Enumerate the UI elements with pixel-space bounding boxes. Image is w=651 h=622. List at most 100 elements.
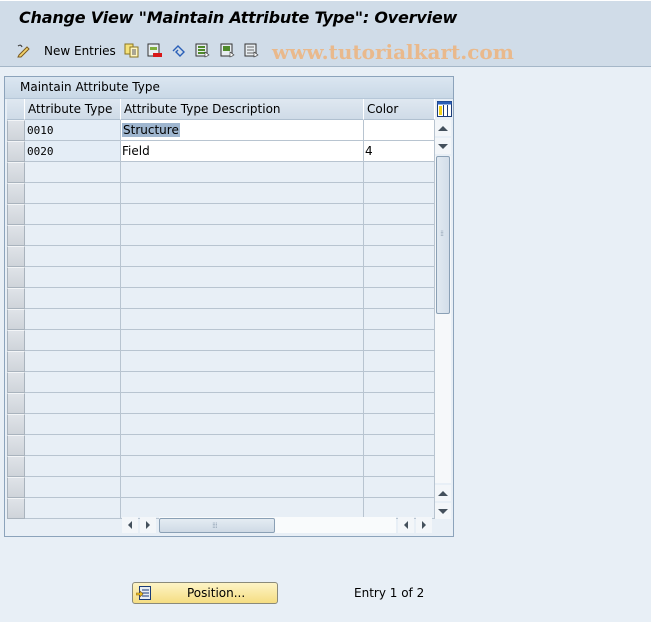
row-selector[interactable] xyxy=(7,162,25,183)
delete-icon[interactable] xyxy=(147,43,162,58)
row-selector[interactable] xyxy=(7,120,25,141)
cell-color[interactable] xyxy=(364,120,435,141)
row-selector[interactable] xyxy=(7,477,25,498)
cell-attribute-type: 0020 xyxy=(25,141,121,162)
cell-description xyxy=(121,435,364,456)
table-title: Maintain Attribute Type xyxy=(20,80,160,94)
select-all-icon[interactable] xyxy=(195,43,210,58)
row-selector[interactable] xyxy=(7,204,25,225)
arrow-down-icon xyxy=(438,143,448,149)
column-header-description[interactable]: Attribute Type Description xyxy=(121,99,364,120)
row-selector[interactable] xyxy=(7,372,25,393)
cell-color xyxy=(364,309,435,330)
select-block-icon[interactable] xyxy=(220,43,235,58)
cell-color xyxy=(364,183,435,204)
position-button-label: Position... xyxy=(187,586,246,600)
cell-attribute-type xyxy=(25,309,121,330)
cell-color xyxy=(364,477,435,498)
row-selector[interactable] xyxy=(7,435,25,456)
scroll-down-button[interactable] xyxy=(435,138,451,154)
horizontal-scroll-thumb[interactable]: ⁞⁞⁞ xyxy=(159,518,275,533)
cell-attribute-type xyxy=(25,414,121,435)
deselect-all-icon[interactable] xyxy=(244,43,259,58)
cell-attribute-type xyxy=(25,456,121,477)
row-selector[interactable] xyxy=(7,393,25,414)
cell-attribute-type xyxy=(25,288,121,309)
arrow-down-icon xyxy=(438,508,448,514)
vertical-scroll-thumb[interactable]: ⁞⁞ xyxy=(436,156,450,314)
cell-color xyxy=(364,372,435,393)
description-text: Field xyxy=(122,144,150,158)
cell-description[interactable]: Field xyxy=(121,141,364,162)
row-selector[interactable] xyxy=(7,351,25,372)
arrow-up-icon xyxy=(438,490,448,496)
arrow-up-icon xyxy=(438,125,448,131)
select-all-rows-button[interactable] xyxy=(7,99,25,120)
position-icon xyxy=(136,586,151,600)
row-selector[interactable] xyxy=(7,225,25,246)
cell-color xyxy=(364,351,435,372)
scroll-page-down-button[interactable] xyxy=(435,503,451,519)
cell-description[interactable]: Structure xyxy=(121,120,364,141)
position-button[interactable]: Position... xyxy=(132,582,278,604)
cell-description xyxy=(121,351,364,372)
cell-color xyxy=(364,225,435,246)
cell-attribute-type xyxy=(25,162,121,183)
scroll-far-right-button[interactable] xyxy=(416,517,432,533)
cell-color xyxy=(364,435,435,456)
grip-icon: ⁞⁞⁞ xyxy=(212,521,218,530)
cell-attribute-type xyxy=(25,246,121,267)
row-selector[interactable] xyxy=(7,141,25,162)
scroll-up-button[interactable] xyxy=(435,120,451,136)
cell-attribute-type xyxy=(25,330,121,351)
cell-color xyxy=(364,204,435,225)
row-selector[interactable] xyxy=(7,456,25,477)
cell-attribute-type xyxy=(25,204,121,225)
copy-as-icon[interactable] xyxy=(124,43,139,58)
table-control-panel: Maintain Attribute Type Attribute Type A… xyxy=(4,76,454,537)
arrow-right-icon xyxy=(146,521,150,529)
undo-change-icon[interactable] xyxy=(171,43,186,58)
row-selector[interactable] xyxy=(7,330,25,351)
cell-description xyxy=(121,372,364,393)
cell-attribute-type xyxy=(25,225,121,246)
cell-color xyxy=(364,330,435,351)
column-header-color[interactable]: Color xyxy=(364,99,435,120)
cell-description xyxy=(121,267,364,288)
application-toolbar: New Entries www.tutorialkart.com xyxy=(0,36,651,67)
cell-description xyxy=(121,414,364,435)
cell-color xyxy=(364,414,435,435)
scroll-page-up-button[interactable] xyxy=(435,485,451,501)
cell-description xyxy=(121,183,364,204)
column-header-attribute-type[interactable]: Attribute Type xyxy=(25,99,121,120)
cell-attribute-type xyxy=(25,183,121,204)
grip-icon: ⁞⁞ xyxy=(440,229,444,238)
cell-color xyxy=(364,498,435,519)
row-selector[interactable] xyxy=(7,183,25,204)
scroll-far-left-button[interactable] xyxy=(398,517,414,533)
row-selector[interactable] xyxy=(7,246,25,267)
display-change-icon[interactable] xyxy=(16,43,31,58)
cell-description xyxy=(121,246,364,267)
cell-attribute-type: 0010 xyxy=(25,120,121,141)
table-settings-icon[interactable] xyxy=(437,101,452,117)
new-entries-button[interactable]: New Entries xyxy=(44,44,116,58)
cell-description xyxy=(121,288,364,309)
cell-attribute-type xyxy=(25,372,121,393)
row-selector[interactable] xyxy=(7,309,25,330)
row-selector[interactable] xyxy=(7,498,25,519)
cell-attribute-type xyxy=(25,267,121,288)
title-bar: Change View "Maintain Attribute Type": O… xyxy=(0,0,651,36)
table-title-bar: Maintain Attribute Type xyxy=(5,77,453,99)
scroll-right-button[interactable] xyxy=(140,517,156,533)
cell-attribute-type xyxy=(25,351,121,372)
row-selector[interactable] xyxy=(7,288,25,309)
row-selector[interactable] xyxy=(7,414,25,435)
page-title: Change View "Maintain Attribute Type": O… xyxy=(19,8,458,27)
scroll-left-button[interactable] xyxy=(122,517,138,533)
cell-description xyxy=(121,477,364,498)
row-selector[interactable] xyxy=(7,267,25,288)
cell-color[interactable]: 4 xyxy=(364,141,435,162)
watermark: www.tutorialkart.com xyxy=(272,40,514,64)
arrow-left-icon xyxy=(128,521,132,529)
